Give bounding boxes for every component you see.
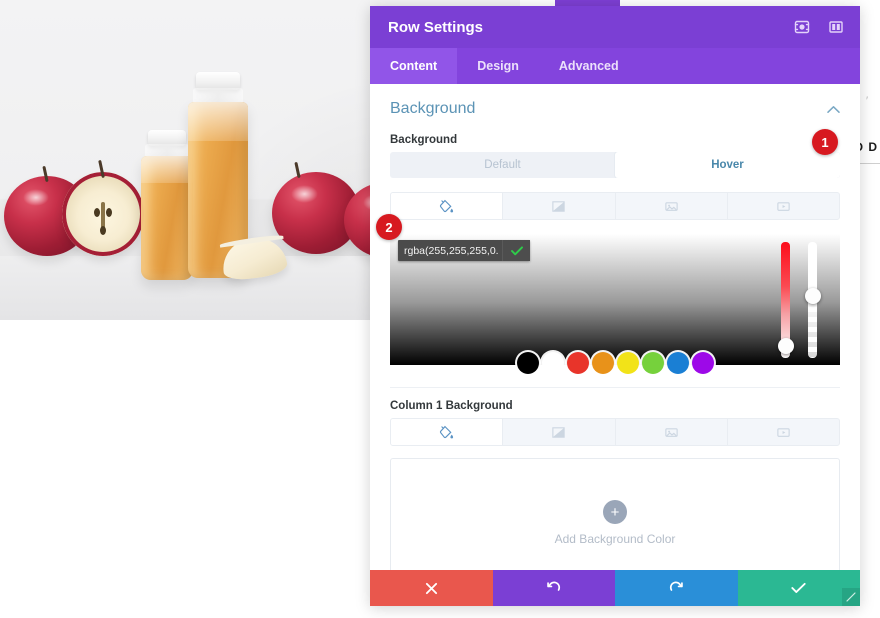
swatch-blue[interactable] xyxy=(666,352,689,374)
juice-bottle-small xyxy=(141,130,193,280)
callout-badge-2: 2 xyxy=(376,214,402,240)
column-video-icon[interactable] xyxy=(728,419,839,445)
background-type-tabs xyxy=(390,192,840,220)
column-background-label: Column 1 Background xyxy=(390,400,513,412)
layout-columns-icon[interactable] xyxy=(826,17,846,37)
gradient-icon[interactable] xyxy=(503,193,616,219)
modal-footer xyxy=(370,570,860,606)
preset-swatches xyxy=(390,352,840,374)
add-background-color-label: Add Background Color xyxy=(554,532,676,546)
color-value-input[interactable] xyxy=(398,240,502,261)
swatch-black[interactable] xyxy=(516,352,539,374)
color-value-input-group xyxy=(398,240,530,261)
page-tick-mark: ′ xyxy=(865,95,868,107)
video-icon[interactable] xyxy=(728,193,839,219)
swatch-red[interactable] xyxy=(566,352,589,374)
column-paint-bucket-icon[interactable] xyxy=(391,419,504,445)
swatch-white[interactable] xyxy=(541,352,564,374)
alpha-slider-knob[interactable] xyxy=(804,288,821,304)
toggle-hover[interactable]: Hover xyxy=(615,152,840,178)
resize-grip[interactable] xyxy=(842,588,860,606)
tab-design[interactable]: Design xyxy=(457,48,539,84)
section-title: Background xyxy=(390,100,476,117)
background-field-label: Background xyxy=(390,134,458,146)
callout-badge-1: 1 xyxy=(812,129,838,155)
page-title: Row Settings xyxy=(388,18,484,36)
modal-header: Row Settings xyxy=(370,6,860,48)
swatch-green[interactable] xyxy=(641,352,664,374)
saturation-value-area[interactable] xyxy=(390,234,840,365)
modal-tabs: Content Design Advanced xyxy=(370,48,860,84)
column-background-type-tabs xyxy=(390,418,840,446)
paint-bucket-icon[interactable] xyxy=(391,193,504,219)
column-gradient-icon[interactable] xyxy=(503,419,616,445)
plus-icon: + xyxy=(603,500,627,524)
cancel-button[interactable] xyxy=(370,570,493,606)
picker-sliders xyxy=(777,242,826,358)
redo-button[interactable] xyxy=(615,570,738,606)
tab-content[interactable]: Content xyxy=(370,48,458,84)
section-divider xyxy=(390,387,840,388)
apple-half xyxy=(62,172,144,256)
column-image-icon[interactable] xyxy=(616,419,728,445)
target-icon[interactable] xyxy=(792,17,812,37)
chevron-up-icon[interactable] xyxy=(827,102,840,117)
swatch-orange[interactable] xyxy=(591,352,614,374)
background-section-header[interactable]: Background xyxy=(390,84,840,124)
add-background-color-dropzone[interactable]: + Add Background Color xyxy=(390,458,840,570)
modal-body: Background Background Default Hover rgba… xyxy=(370,84,860,570)
undo-button[interactable] xyxy=(492,570,615,606)
tab-advanced[interactable]: Advanced xyxy=(539,48,639,84)
checkmark-icon[interactable] xyxy=(502,240,530,261)
image-icon[interactable] xyxy=(616,193,728,219)
swatch-purple[interactable] xyxy=(691,352,714,374)
toggle-default[interactable]: Default xyxy=(390,152,615,178)
state-toggle: Default Hover xyxy=(390,152,840,178)
swatch-yellow[interactable] xyxy=(616,352,639,374)
row-settings-modal: Row Settings Content Design Advanced Bac… xyxy=(370,6,860,606)
color-picker xyxy=(390,234,840,374)
